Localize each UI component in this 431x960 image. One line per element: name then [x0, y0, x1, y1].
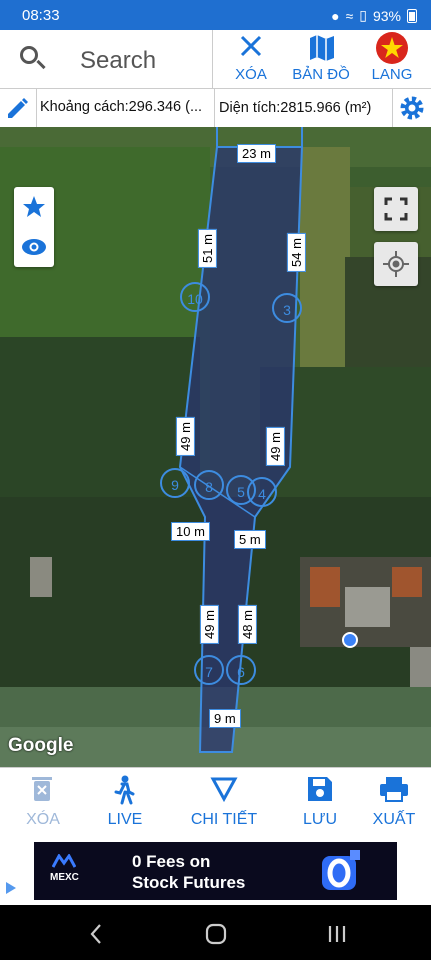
delete-button[interactable]: XÓA — [0, 768, 86, 838]
measure-toolbar: Khoảng cách:296.346 (... Diện tích:2815.… — [0, 89, 431, 128]
settings-button[interactable] — [392, 89, 431, 127]
edge-label: 5 m — [234, 530, 266, 549]
close-icon — [240, 35, 262, 57]
fullscreen-button[interactable] — [374, 187, 418, 231]
map-button-label: BẢN ĐỒ — [292, 66, 350, 83]
vertex-marker[interactable]: 8 — [194, 470, 224, 500]
edge-label: 49 m — [265, 427, 285, 466]
walk-icon — [114, 775, 135, 805]
ad-coin-graphic — [322, 850, 360, 890]
recents-icon[interactable] — [326, 923, 348, 945]
language-button-label: LANG — [371, 66, 413, 83]
save-button[interactable]: LƯU — [277, 768, 363, 838]
clear-button-label: XÓA — [235, 66, 267, 83]
edit-button[interactable] — [0, 89, 37, 127]
battery-icon — [407, 8, 417, 23]
map-view[interactable]: 23 m 51 m 54 m 49 m 49 m 10 m 5 m 49 m 4… — [0, 127, 431, 767]
map-button[interactable]: BẢN ĐỒ — [286, 30, 356, 88]
wifi-icon: ≈ — [345, 7, 354, 24]
ad-subheadline: Stock Futures — [132, 873, 246, 892]
details-button[interactable]: CHI TIẾT — [181, 768, 267, 838]
mexc-logo-icon — [52, 854, 76, 868]
live-button[interactable]: LIVE — [82, 768, 168, 838]
search-icon — [20, 46, 38, 64]
ad-creative[interactable]: MEXC 0 Fees on Stock Futures — [34, 842, 397, 900]
delete-button-label: XÓA — [26, 811, 60, 828]
vertex-marker[interactable]: 4 — [247, 477, 277, 507]
back-icon[interactable] — [86, 922, 106, 946]
vertex-marker[interactable]: 10 — [180, 282, 210, 312]
live-button-label: LIVE — [107, 811, 143, 828]
edge-label: 49 m — [199, 605, 219, 644]
edge-label: 10 m — [171, 522, 210, 541]
status-time: 08:33 — [22, 7, 60, 24]
vertex-marker[interactable]: 6 — [226, 655, 256, 685]
details-button-label: CHI TIẾT — [190, 811, 258, 828]
vertex-marker[interactable]: 9 — [160, 468, 190, 498]
crosshair-icon — [383, 251, 409, 277]
edge-label: 49 m — [175, 417, 195, 456]
trash-icon — [32, 777, 52, 801]
star-icon[interactable] — [22, 195, 46, 219]
ad-banner[interactable]: MEXC 0 Fees on Stock Futures — [0, 837, 431, 905]
edge-label: 51 m — [197, 229, 217, 268]
search-box[interactable]: Search — [0, 30, 213, 88]
export-button[interactable]: XUẤT — [357, 768, 431, 838]
vertex-marker[interactable]: 7 — [194, 655, 224, 685]
vertex-marker[interactable]: 3 — [272, 293, 302, 323]
home-icon[interactable] — [204, 922, 228, 946]
search-input[interactable]: Search — [80, 47, 156, 75]
clear-button[interactable]: XÓA — [216, 30, 286, 88]
fullscreen-icon — [384, 197, 408, 221]
edge-label: 48 m — [237, 605, 257, 644]
distance-readout: Khoảng cách:296.346 (... — [40, 99, 203, 115]
ad-choices-icon[interactable] — [6, 882, 16, 894]
google-attribution: Google — [8, 735, 74, 756]
export-button-label: XUẤT — [372, 811, 416, 828]
print-icon — [380, 777, 408, 802]
signal-icon: ▯ — [359, 7, 367, 23]
gear-icon — [400, 96, 424, 120]
map-tools-panel — [14, 187, 54, 267]
ad-brand: MEXC — [50, 872, 79, 883]
status-bar: 08:33 ● ≈ ▯ 93% — [0, 0, 431, 30]
area-readout: Diện tích:2815.966 (m²) — [214, 89, 371, 127]
location-icon: ● — [331, 7, 340, 24]
edge-label: 54 m — [286, 233, 306, 272]
my-location-button[interactable] — [374, 242, 418, 286]
top-bar: Search XÓA BẢN ĐỒ LANG — [0, 30, 431, 89]
triangle-icon — [210, 777, 238, 803]
pencil-icon — [8, 98, 28, 118]
map-icon — [310, 35, 334, 61]
system-nav-bar — [0, 905, 431, 960]
bottom-action-bar: XÓA LIVE CHI TIẾT LƯU XUẤT — [0, 767, 431, 838]
ad-headline: 0 Fees on — [132, 852, 211, 871]
language-button[interactable]: LANG — [357, 30, 427, 88]
save-icon — [308, 777, 332, 801]
edge-label: 23 m — [237, 144, 276, 163]
vietnam-flag-icon — [376, 32, 408, 64]
save-button-label: LƯU — [302, 811, 338, 828]
eye-icon[interactable] — [21, 237, 47, 257]
edge-label: 9 m — [209, 709, 241, 728]
battery-percent: 93% — [372, 7, 401, 24]
status-icons: ● ≈ ▯ 93% — [331, 7, 417, 24]
